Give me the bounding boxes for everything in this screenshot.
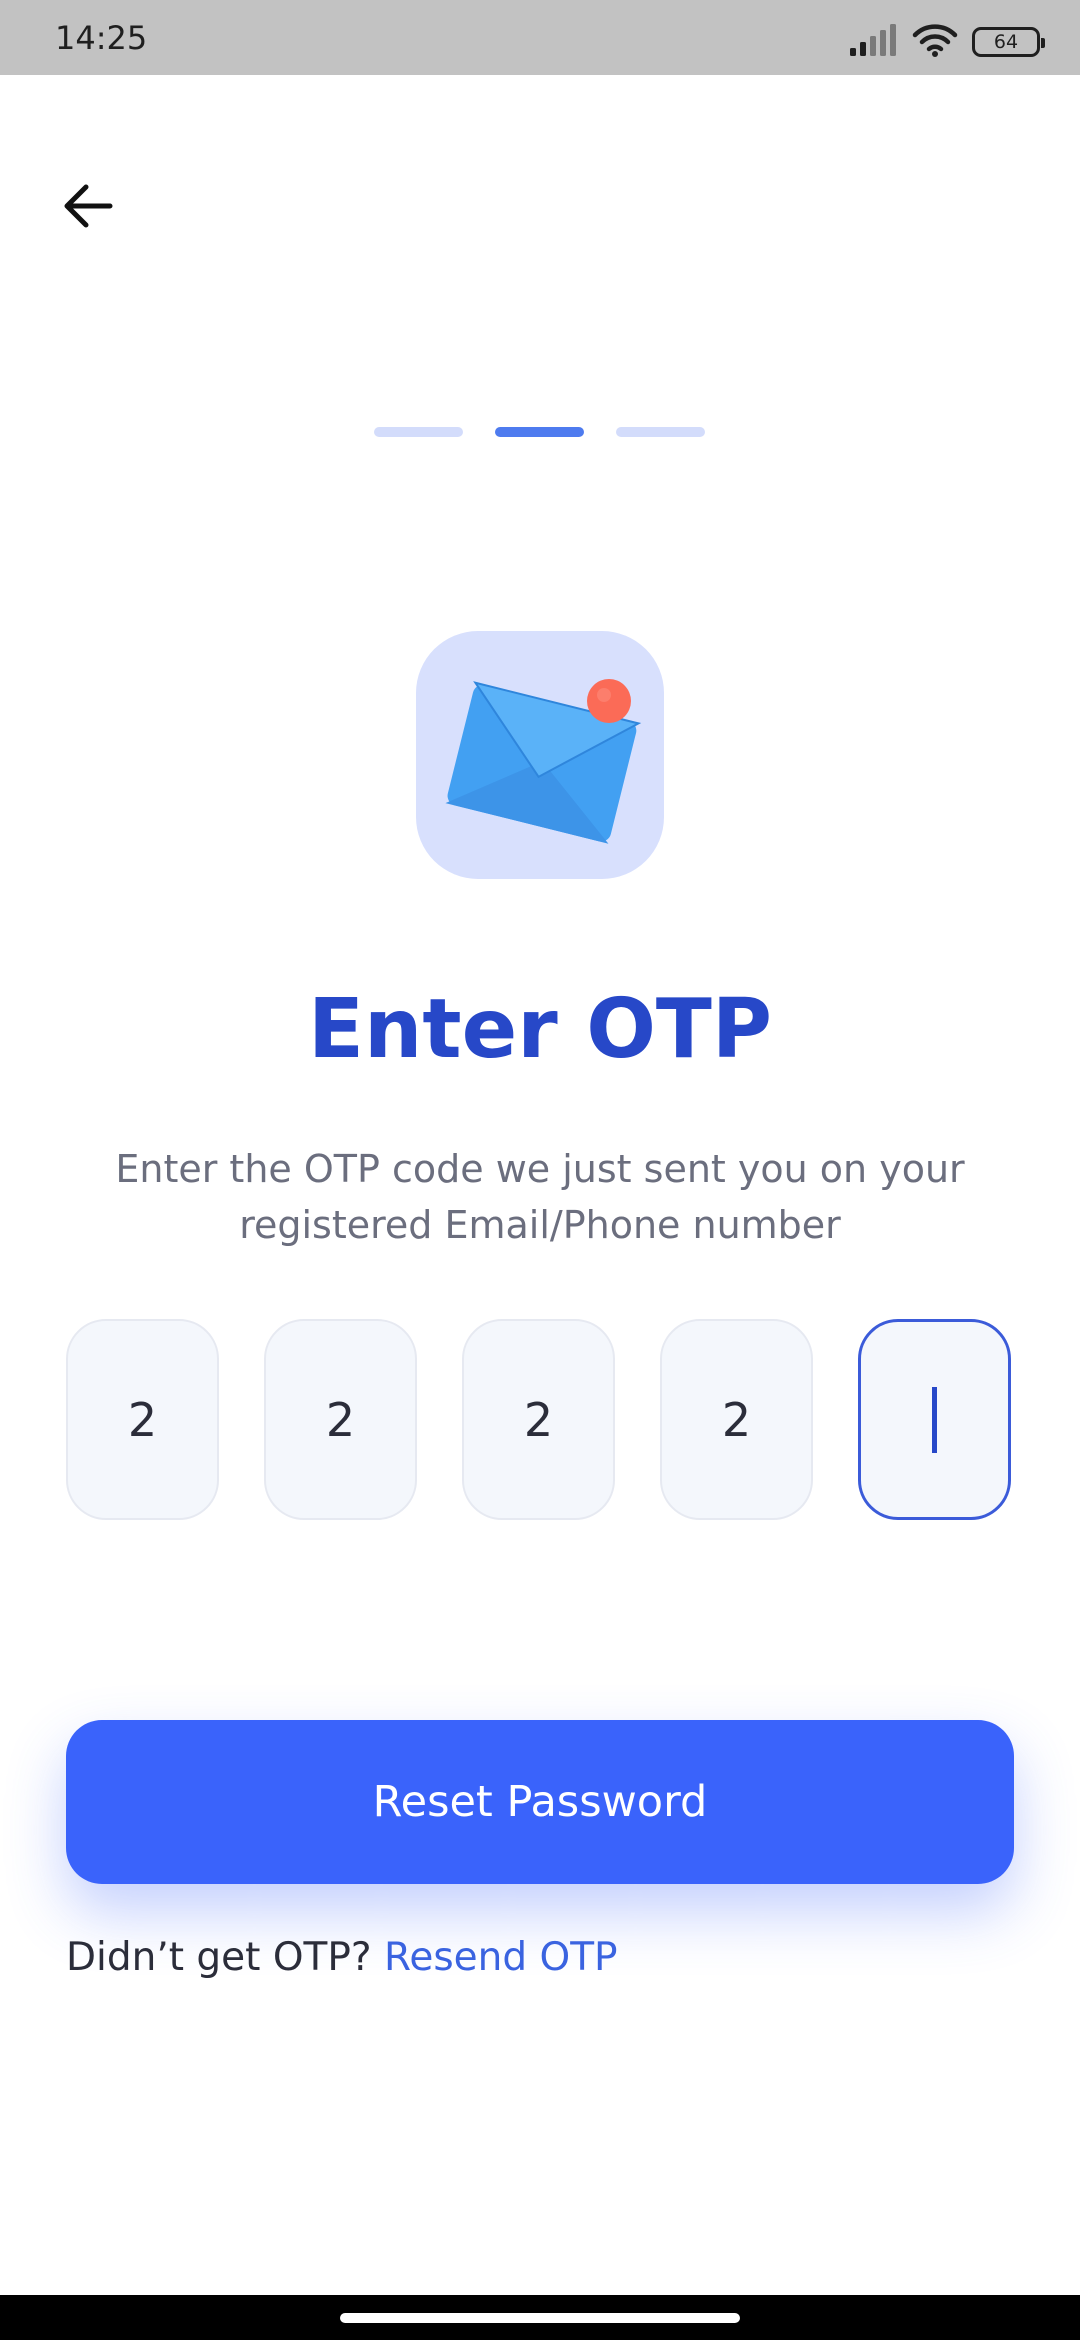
step-indicator-1 bbox=[374, 427, 463, 437]
battery-icon: 64 bbox=[972, 27, 1045, 57]
battery-level: 64 bbox=[993, 30, 1019, 53]
arrow-left-icon bbox=[62, 183, 114, 233]
envelope-notification-icon bbox=[416, 679, 664, 883]
otp-input-group: 2 2 2 2 bbox=[66, 1319, 1011, 1520]
signal-icon bbox=[850, 24, 898, 60]
resend-otp-link[interactable]: Resend OTP bbox=[384, 1935, 618, 1980]
back-button[interactable] bbox=[58, 178, 118, 238]
otp-digit-1[interactable]: 2 bbox=[66, 1319, 219, 1520]
status-icons: 64 bbox=[850, 23, 1045, 61]
step-indicator-3 bbox=[616, 427, 705, 437]
resend-prompt: Didn’t get OTP? bbox=[66, 1935, 384, 1980]
otp-instructions: Enter the OTP code we just sent you on y… bbox=[115, 1147, 965, 1247]
otp-digit-4[interactable]: 2 bbox=[660, 1319, 813, 1520]
wifi-icon bbox=[912, 23, 958, 61]
resend-otp-row: Didn’t get OTP? Resend OTP bbox=[66, 1930, 618, 1986]
home-indicator[interactable] bbox=[340, 2313, 740, 2323]
status-bar: 14:25 64 bbox=[0, 0, 1080, 75]
step-indicator bbox=[374, 427, 705, 437]
otp-digit-3[interactable]: 2 bbox=[462, 1319, 615, 1520]
otp-digit-2[interactable]: 2 bbox=[264, 1319, 417, 1520]
status-time: 14:25 bbox=[55, 19, 148, 57]
text-cursor bbox=[932, 1386, 937, 1453]
reset-password-button[interactable]: Reset Password bbox=[66, 1720, 1014, 1884]
page-title: Enter OTP bbox=[308, 982, 772, 1077]
otp-digit-5[interactable] bbox=[858, 1319, 1011, 1520]
step-indicator-2-active bbox=[495, 427, 584, 437]
envelope-tile bbox=[416, 631, 664, 879]
